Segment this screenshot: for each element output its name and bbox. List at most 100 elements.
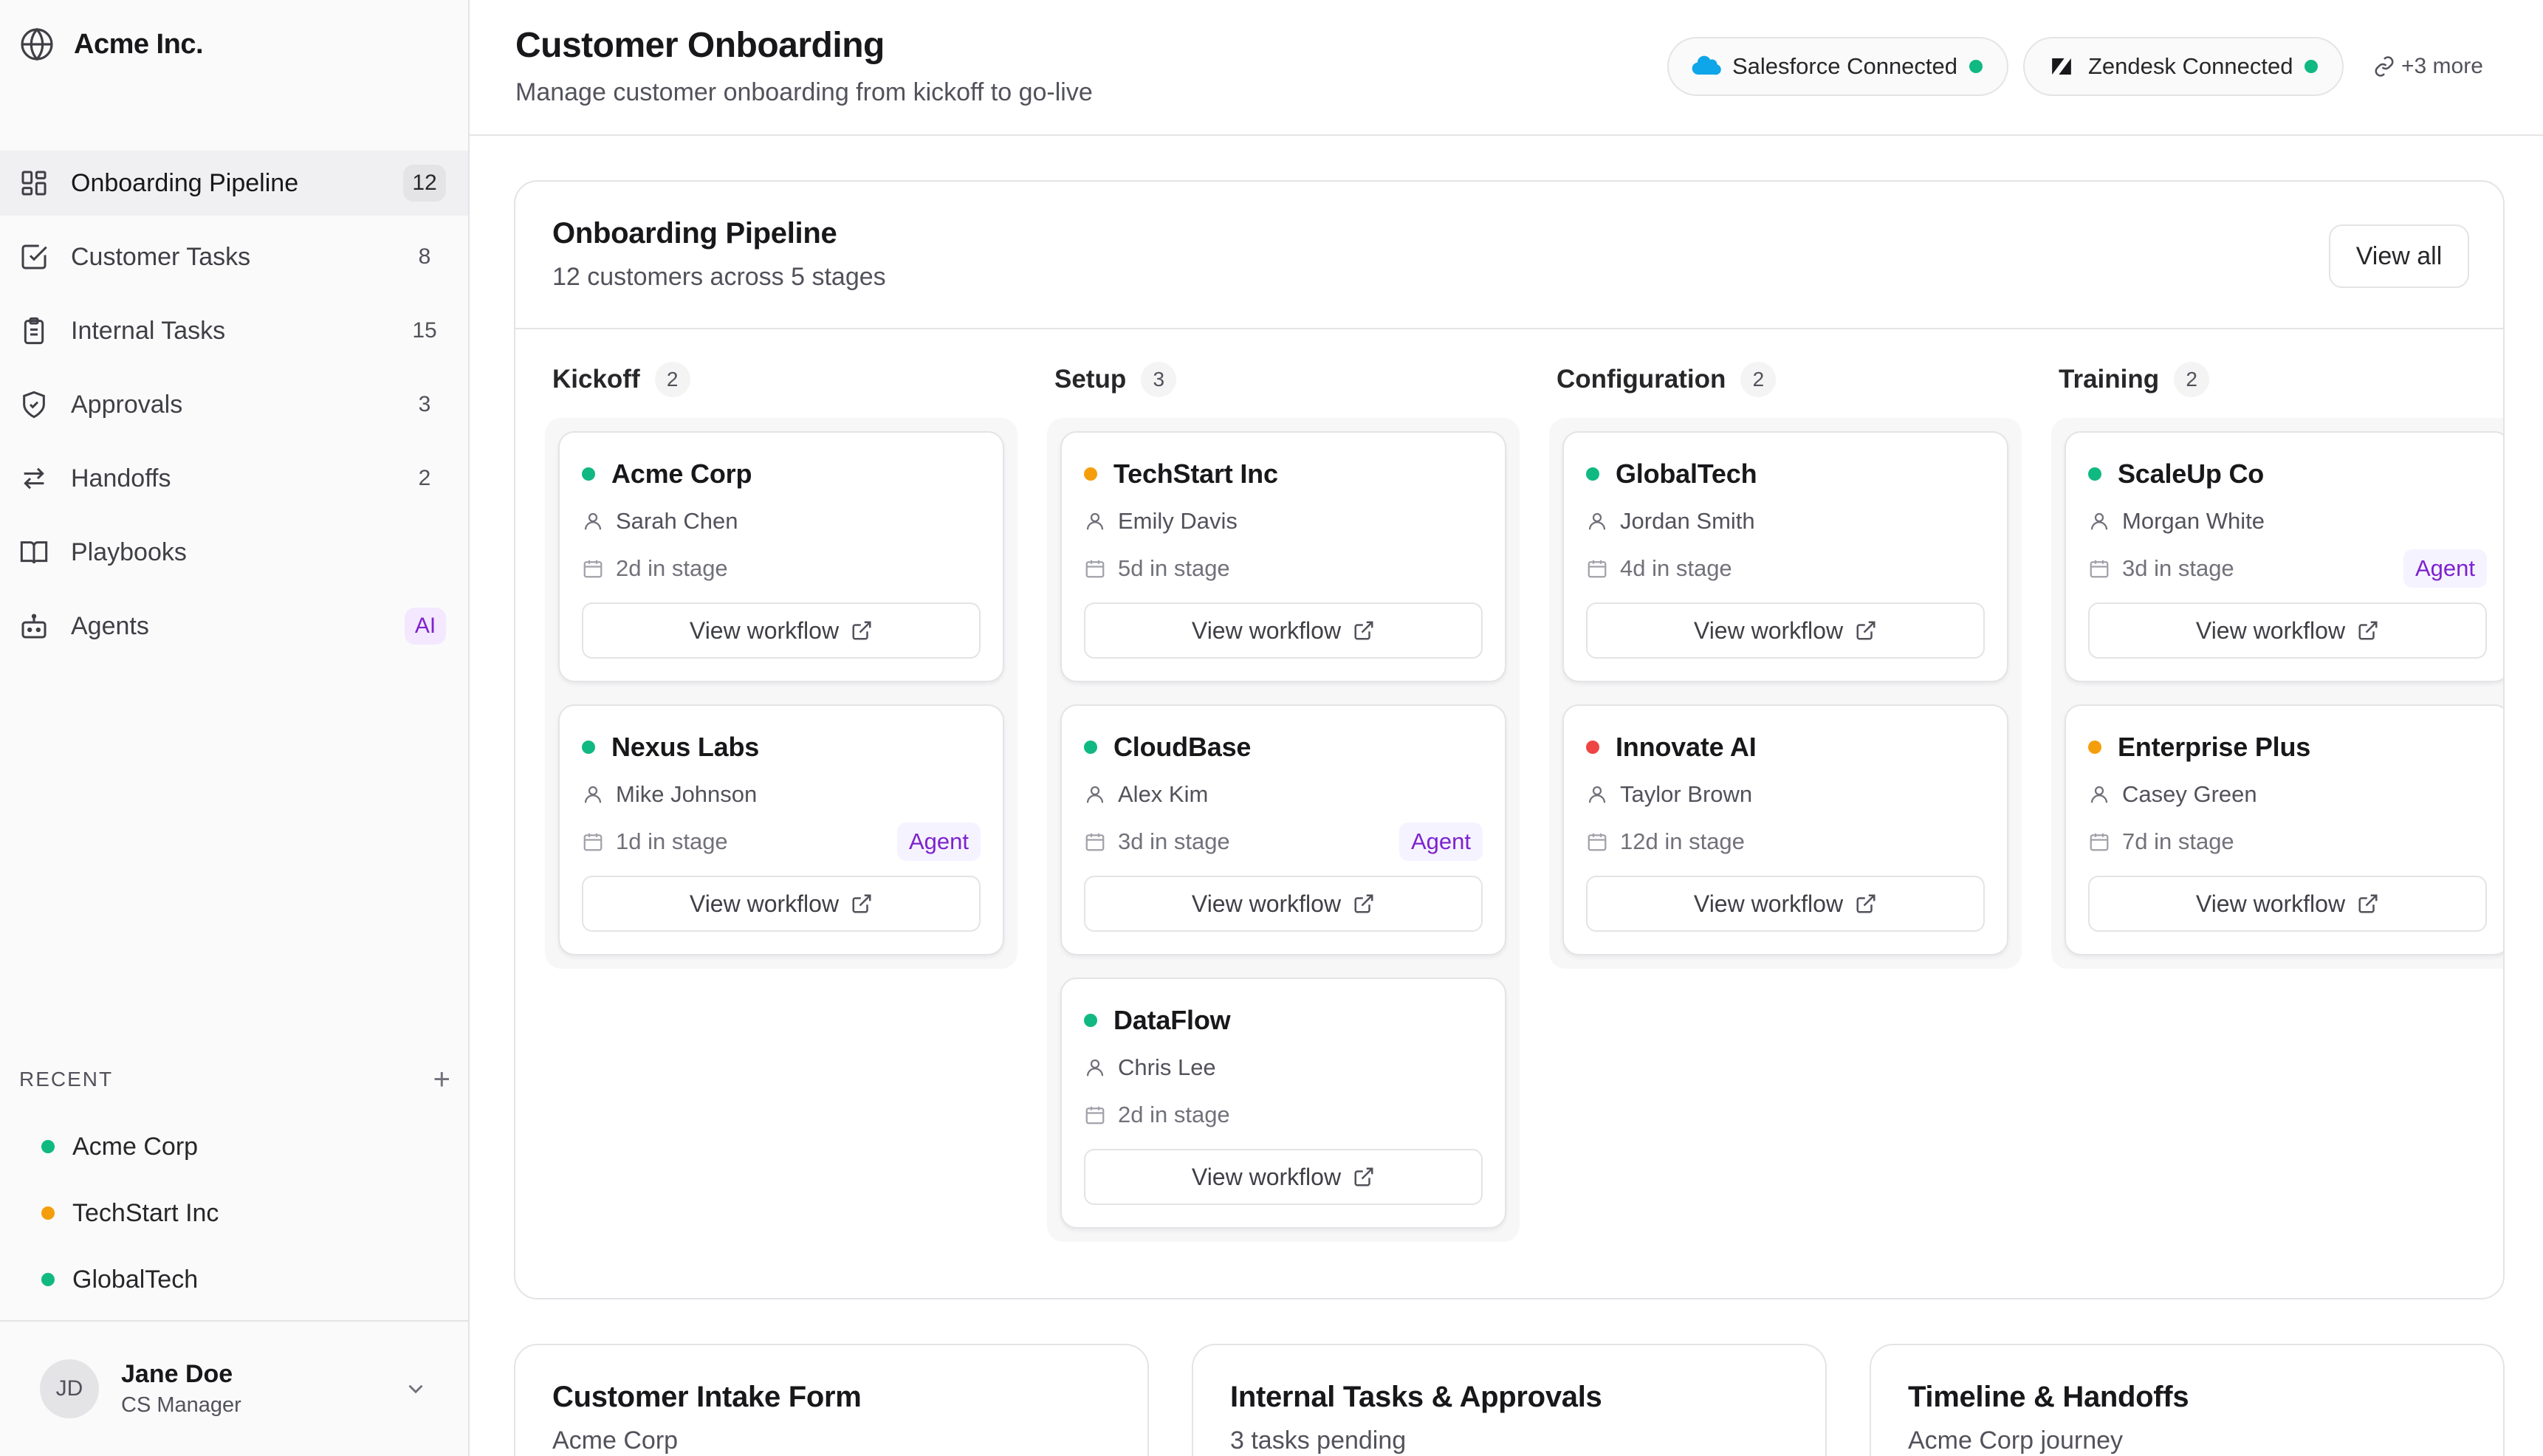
owner-name: Morgan White [2122,508,2265,534]
calendar-icon [1588,833,1607,851]
user-menu[interactable]: JD Jane Doe CS Manager [0,1320,468,1456]
sidebar-item-label: Internal Tasks [71,316,226,345]
sidebar-item-playbooks[interactable]: Playbooks [0,520,468,585]
stage-configuration: Configuration 2 GlobalTech Jordan Smith … [1520,356,2022,969]
sidebar-item-count: 15 [412,318,437,343]
view-workflow-button[interactable]: View workflow [1586,876,1985,932]
more-integrations-link[interactable]: +3 more [2373,50,2483,83]
sidebar-item-handoffs[interactable]: Handoffs 2 [0,446,468,511]
sidebar-item-label: Customer Tasks [71,242,251,271]
user-icon [2090,786,2108,803]
calendar-icon [1588,560,1607,578]
view-workflow-label: View workflow [1191,1163,1342,1190]
stage-lane: ScaleUp Co Morgan White 3d in stage Agent… [2051,418,2503,969]
add-recent-icon[interactable]: + [433,1065,450,1094]
sidebar-item-internal-tasks[interactable]: Internal Tasks 15 [0,298,468,363]
stage-lane: GlobalTech Jordan Smith 4d in stage View… [1549,418,2022,969]
customer-name: ScaleUp Co [2118,459,2265,489]
customer-card-dataflow[interactable]: DataFlow Chris Lee 2d in stage View work… [1060,978,1506,1229]
view-workflow-button[interactable]: View workflow [1084,1149,1483,1205]
agent-badge: Agent [896,823,981,861]
external-link-icon [1856,894,1875,913]
owner-name: Casey Green [2122,781,2257,807]
customer-card-acme-corp[interactable]: Acme Corp Sarah Chen 2d in stage View wo… [558,431,1004,682]
stage-name: Training [2059,365,2160,394]
zendesk-status-badge[interactable]: Zendesk Connected [2023,37,2344,96]
view-workflow-button[interactable]: View workflow [1084,876,1483,932]
recent-item-techstart-inc[interactable]: TechStart Inc [0,1180,468,1246]
salesforce-status-badge[interactable]: Salesforce Connected [1667,37,2008,96]
customer-name: DataFlow [1113,1005,1231,1035]
customer-card-nexus-labs[interactable]: Nexus Labs Mike Johnson 1d in stage Agent… [558,704,1004,955]
calendar-icon [583,833,603,851]
status-dot [1084,741,1097,754]
layout-grid-icon [21,171,47,196]
owner-name: Mike Johnson [616,781,758,807]
stage-kickoff: Kickoff 2 Acme Corp Sarah Chen 2d in sta… [515,356,1017,969]
view-workflow-button[interactable]: View workflow [2088,876,2487,932]
time-in-stage: 5d in stage [1118,555,1230,581]
onboarding-pipeline-card: Onboarding Pipeline 12 customers across … [514,180,2505,1299]
view-workflow-button[interactable]: View workflow [1084,602,1483,659]
stage-name: Kickoff [552,365,640,394]
view-all-button[interactable]: View all [2329,224,2469,288]
view-workflow-button[interactable]: View workflow [1586,602,1985,659]
time-in-stage: 4d in stage [1620,555,1732,581]
recent-item-globaltech[interactable]: GlobalTech [0,1246,468,1313]
customer-card-enterprise-plus[interactable]: Enterprise Plus Casey Green 7d in stage … [2065,704,2503,955]
external-link-icon [2358,621,2378,640]
customer-intake-form-card[interactable]: Customer Intake Form Acme Corp [514,1344,1149,1456]
agent-badge: Agent [2403,549,2487,588]
customer-name: GlobalTech [1616,459,1757,489]
internal-tasks-approvals-card[interactable]: Internal Tasks & Approvals 3 tasks pendi… [1192,1344,1827,1456]
external-link-icon [1354,621,1373,640]
stage-count: 2 [1740,362,1777,397]
sidebar-item-count: 2 [418,466,431,490]
owner-name: Taylor Brown [1620,781,1753,807]
sidebar-item-customer-tasks[interactable]: Customer Tasks 8 [0,224,468,289]
avatar: JD [40,1359,99,1418]
bot-icon [21,614,47,639]
external-link-icon [1354,1167,1373,1187]
time-in-stage: 2d in stage [616,555,728,581]
globe-icon [21,27,53,61]
customer-card-scaleup-co[interactable]: ScaleUp Co Morgan White 3d in stage Agent… [2065,431,2503,682]
customer-name: Nexus Labs [611,732,760,762]
card-subtitle: 3 tasks pending [1230,1426,1407,1455]
owner-name: Chris Lee [1118,1054,1216,1080]
calendar-icon [2090,833,2109,851]
more-integrations-label: +3 more [2401,54,2483,78]
time-in-stage: 3d in stage [1118,828,1230,854]
user-icon [1588,786,1606,803]
customer-card-globaltech[interactable]: GlobalTech Jordan Smith 4d in stage View… [1562,431,2008,682]
view-workflow-button[interactable]: View workflow [2088,602,2487,659]
customer-card-techstart-inc[interactable]: TechStart Inc Emily Davis 5d in stage Vi… [1060,431,1506,682]
sidebar-item-agents[interactable]: Agents AI [0,594,468,659]
view-workflow-button[interactable]: View workflow [582,602,981,659]
view-workflow-label: View workflow [1191,617,1342,644]
customer-card-cloudbase[interactable]: CloudBase Alex Kim 3d in stage Agent View… [1060,704,1506,955]
view-workflow-label: View workflow [689,890,840,917]
view-workflow-button[interactable]: View workflow [582,876,981,932]
integration-label: Zendesk Connected [2088,53,2293,79]
customer-name: CloudBase [1113,732,1252,762]
sidebar-item-onboarding-pipeline[interactable]: Onboarding Pipeline 12 [0,151,468,216]
status-dot [2088,467,2101,481]
page-title: Customer Onboarding [515,26,885,65]
customer-name: TechStart Inc [1113,459,1278,489]
stage-name: Setup [1054,365,1127,394]
pipeline-title: Onboarding Pipeline [552,217,837,250]
customer-name: Innovate AI [1616,732,1757,762]
customer-card-innovate-ai[interactable]: Innovate AI Taylor Brown 12d in stage Vi… [1562,704,2008,955]
recent-item-acme-corp[interactable]: Acme Corp [0,1113,468,1180]
view-workflow-label: View workflow [1693,617,1844,644]
status-dot [1084,1014,1097,1027]
sidebar-item-approvals[interactable]: Approvals 3 [0,372,468,437]
calendar-icon [1085,1106,1105,1124]
card-subtitle: Acme Corp journey [1908,1426,2124,1455]
chevron-down-icon[interactable] [403,1376,428,1401]
timeline-handoffs-card[interactable]: Timeline & Handoffs Acme Corp journey [1870,1344,2505,1456]
brand[interactable]: Acme Inc. [19,25,204,63]
external-link-icon [2358,894,2378,913]
salesforce-cloud-icon [1692,55,1721,75]
